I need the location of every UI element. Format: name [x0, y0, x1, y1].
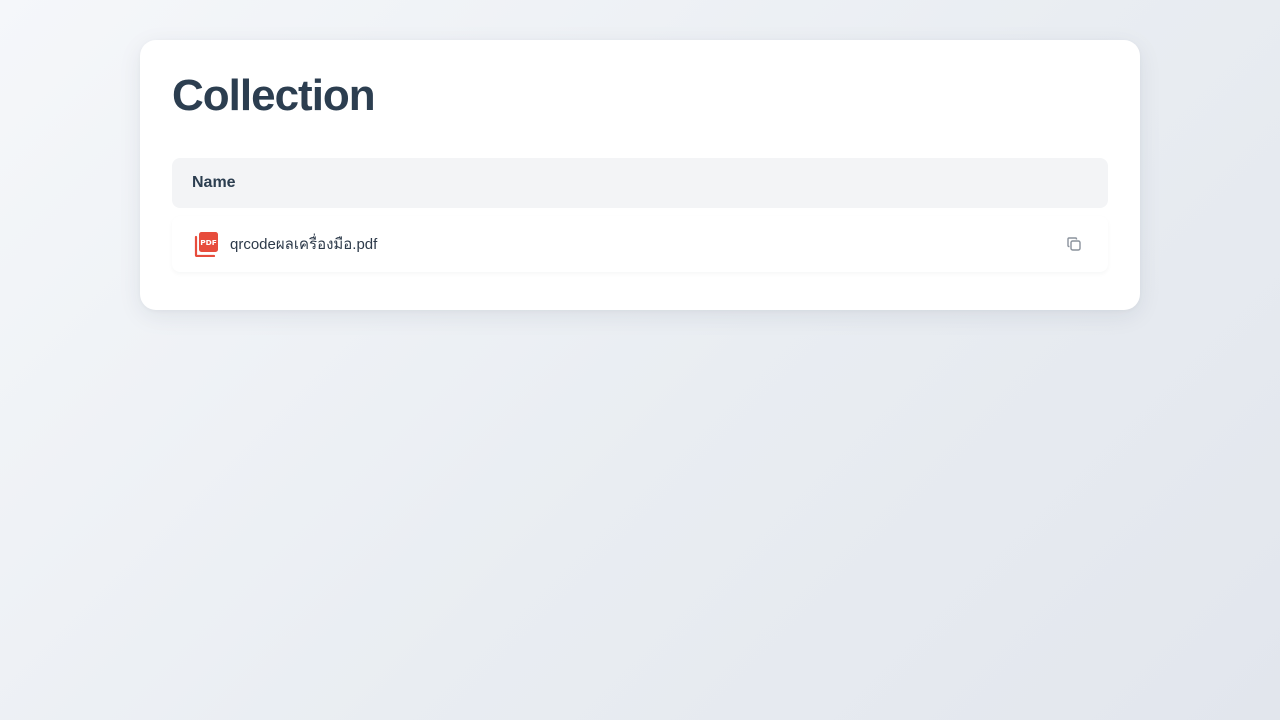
collection-card: Collection Name PDF qrcodeผลเครื่องมือ.p… — [140, 40, 1140, 310]
svg-text:PDF: PDF — [200, 238, 217, 247]
copy-button[interactable] — [1060, 230, 1088, 258]
table-header: Name — [172, 158, 1108, 208]
file-name[interactable]: qrcodeผลเครื่องมือ.pdf — [230, 232, 1060, 256]
pdf-file-icon: PDF — [194, 231, 218, 257]
page-title: Collection — [172, 71, 376, 120]
copy-icon — [1066, 236, 1082, 252]
table-row[interactable]: PDF qrcodeผลเครื่องมือ.pdf — [172, 216, 1108, 272]
collection-table: Name PDF qrcodeผลเครื่องมือ.pdf — [172, 158, 1108, 272]
column-header-name[interactable]: Name — [192, 174, 236, 192]
